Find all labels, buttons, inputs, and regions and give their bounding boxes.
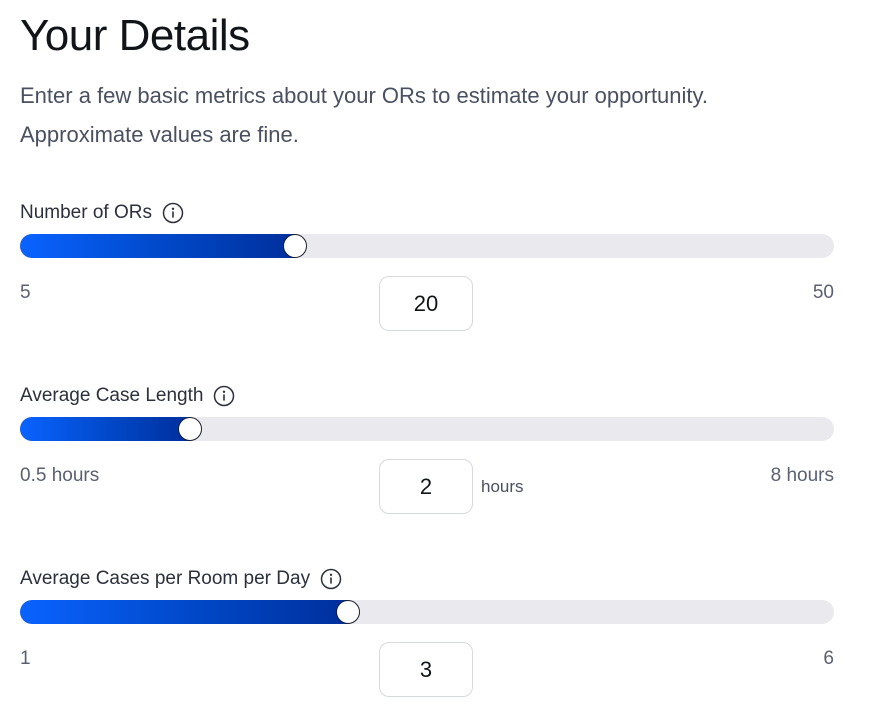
intro-line-1: Enter a few basic metrics about your ORs… [20, 83, 709, 108]
average-case-length-label-row: Average Case Length [20, 384, 235, 408]
average-cases-per-room-min-label: 1 [20, 648, 31, 669]
average-case-length-slider[interactable] [20, 417, 834, 441]
number-of-ors-min-label: 5 [20, 282, 31, 303]
number-of-ors-slider-thumb[interactable] [283, 234, 307, 258]
average-case-length-label: Average Case Length [20, 385, 204, 406]
average-case-length-input[interactable] [379, 459, 473, 514]
info-icon[interactable] [162, 202, 184, 224]
average-cases-per-room-slider-thumb[interactable] [336, 600, 360, 624]
average-cases-per-room-label: Average Cases per Room per Day [20, 568, 311, 589]
info-icon[interactable] [213, 385, 235, 407]
average-cases-per-room-slider-fill [20, 600, 348, 624]
number-of-ors-label: Number of ORs [20, 202, 152, 223]
average-cases-per-room-slider[interactable] [20, 600, 834, 624]
average-case-length-max-label: 8 hours [770, 465, 834, 486]
number-of-ors-label-row: Number of ORs [20, 201, 184, 225]
intro-line-2: Approximate values are fine. [20, 122, 299, 147]
average-case-length-min-label: 0.5 hours [20, 465, 100, 486]
average-cases-per-room-field: Average Cases per Room per Day 1 6 [20, 567, 834, 697]
info-icon[interactable] [320, 568, 342, 590]
average-case-length-slider-fill [20, 417, 190, 441]
average-cases-per-room-input[interactable] [379, 642, 473, 697]
number-of-ors-field: Number of ORs 5 50 [20, 201, 834, 331]
page-title: Your Details [20, 11, 250, 60]
average-case-length-slider-thumb[interactable] [178, 417, 202, 441]
intro-text: Enter a few basic metrics about your ORs… [20, 76, 834, 154]
average-case-length-unit: hours [481, 477, 524, 496]
average-cases-per-room-max-label: 6 [823, 648, 834, 669]
number-of-ors-max-label: 50 [812, 282, 834, 303]
average-case-length-field: Average Case Length 0.5 hours hours 8 ho… [20, 384, 834, 514]
average-cases-per-room-label-row: Average Cases per Room per Day [20, 567, 342, 591]
number-of-ors-slider[interactable] [20, 234, 834, 258]
number-of-ors-slider-fill [20, 234, 295, 258]
number-of-ors-input[interactable] [379, 276, 473, 331]
